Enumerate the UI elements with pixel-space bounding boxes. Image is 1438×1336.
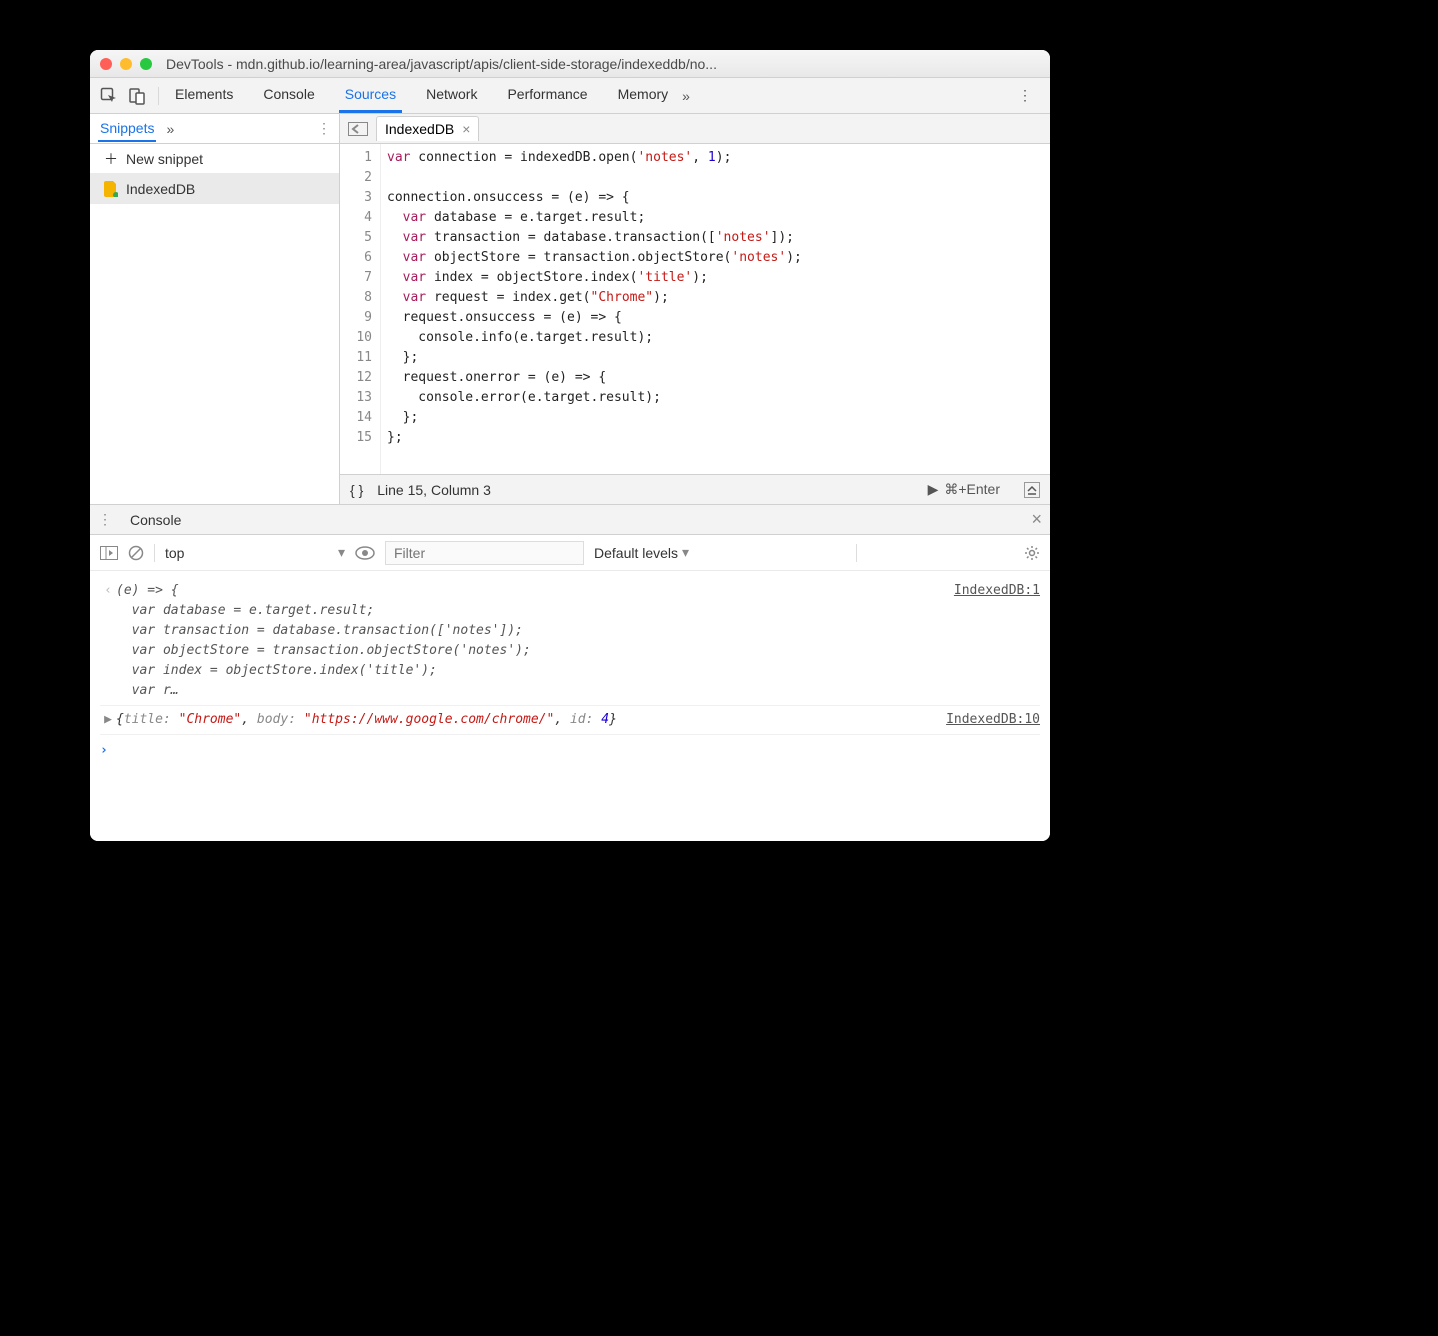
console-sidebar-toggle-icon[interactable] bbox=[100, 546, 118, 560]
inspect-element-icon[interactable] bbox=[100, 87, 118, 105]
panel-tab-console[interactable]: Console bbox=[257, 78, 320, 113]
snippet-item[interactable]: IndexedDB bbox=[90, 174, 339, 204]
toggle-debugger-icon[interactable] bbox=[1024, 482, 1040, 498]
chevron-down-icon: ▾ bbox=[682, 544, 689, 561]
drawer-tabs: ⋮ Console × bbox=[90, 505, 1050, 535]
prompt-caret-icon: › bbox=[100, 741, 108, 761]
source-link[interactable]: IndexedDB:10 bbox=[946, 710, 1040, 730]
console-settings-gear-icon[interactable] bbox=[1024, 545, 1040, 561]
panel-tab-memory[interactable]: Memory bbox=[612, 78, 675, 113]
panel-tab-elements[interactable]: Elements bbox=[169, 78, 239, 113]
panel-tab-network[interactable]: Network bbox=[420, 78, 483, 113]
sidebar-kebab-icon[interactable]: ⋮ bbox=[317, 120, 331, 137]
console-prompt[interactable]: › bbox=[100, 735, 1040, 761]
plus-icon: ＋ bbox=[104, 149, 118, 169]
drawer-kebab-icon[interactable]: ⋮ bbox=[98, 511, 122, 528]
cursor-position: Line 15, Column 3 bbox=[377, 482, 491, 498]
device-toolbar-icon[interactable] bbox=[128, 87, 146, 105]
sidebar-tabs: Snippets » ⋮ bbox=[90, 114, 339, 144]
snippets-tab[interactable]: Snippets bbox=[98, 116, 156, 142]
settings-kebab-icon[interactable]: ⋮ bbox=[1010, 87, 1040, 104]
pretty-print-icon[interactable]: { } bbox=[350, 482, 363, 498]
code-content[interactable]: var connection = indexedDB.open('notes',… bbox=[380, 144, 1050, 474]
console-tab[interactable]: Console bbox=[122, 508, 189, 532]
console-text: (e) => { var database = e.target.result;… bbox=[116, 581, 954, 701]
levels-label: Default levels bbox=[594, 545, 678, 561]
editor-statusbar: { } Line 15, Column 3 ▶ ⌘+Enter bbox=[340, 474, 1050, 504]
source-link[interactable]: IndexedDB:1 bbox=[954, 581, 1040, 601]
editor-pane: IndexedDB × 123456789101112131415 var co… bbox=[340, 114, 1050, 504]
console-toolbar: top ▾ Default levels ▾ bbox=[90, 535, 1050, 571]
panel-tab-sources[interactable]: Sources bbox=[339, 78, 402, 113]
window-zoom-button[interactable] bbox=[140, 58, 152, 70]
navigator-toggle-icon[interactable] bbox=[348, 122, 368, 136]
new-snippet-label: New snippet bbox=[126, 151, 203, 167]
run-snippet-button[interactable]: ▶ ⌘+Enter bbox=[928, 481, 1000, 498]
chevron-down-icon: ▾ bbox=[338, 544, 345, 561]
console-object[interactable]: {title: "Chrome", body: "https://www.goo… bbox=[116, 710, 946, 730]
expand-caret-icon[interactable]: ‹ bbox=[100, 581, 116, 601]
context-label: top bbox=[165, 545, 184, 561]
titlebar: DevTools - mdn.github.io/learning-area/j… bbox=[90, 50, 1050, 78]
run-hint: ⌘+Enter bbox=[944, 481, 1000, 498]
close-tab-icon[interactable]: × bbox=[462, 121, 470, 137]
console-filter-input[interactable] bbox=[385, 541, 584, 565]
editor-tabs: IndexedDB × bbox=[340, 114, 1050, 144]
play-icon: ▶ bbox=[928, 481, 939, 498]
console-output: ‹ (e) => { var database = e.target.resul… bbox=[90, 571, 1050, 841]
context-selector[interactable]: top ▾ bbox=[165, 544, 345, 561]
console-message: ‹ (e) => { var database = e.target.resul… bbox=[100, 577, 1040, 706]
log-levels-selector[interactable]: Default levels ▾ bbox=[594, 544, 689, 561]
panel-tab-performance[interactable]: Performance bbox=[501, 78, 593, 113]
panel-toolbar: Elements Console Sources Network Performance… bbox=[90, 78, 1050, 114]
snippet-file-icon bbox=[104, 181, 118, 197]
sidebar-more-tabs-icon[interactable]: » bbox=[166, 121, 174, 137]
code-editor[interactable]: 123456789101112131415 var connection = i… bbox=[340, 144, 1050, 474]
line-gutter: 123456789101112131415 bbox=[340, 144, 380, 474]
new-snippet-button[interactable]: ＋ New snippet bbox=[90, 144, 339, 174]
sources-panel: Snippets » ⋮ ＋ New snippet IndexedDB bbox=[90, 114, 1050, 504]
expand-caret-icon[interactable]: ▶ bbox=[100, 710, 116, 730]
window-minimize-button[interactable] bbox=[120, 58, 132, 70]
devtools-window: DevTools - mdn.github.io/learning-area/j… bbox=[90, 50, 1050, 841]
console-message: ▶ {title: "Chrome", body: "https://www.g… bbox=[100, 706, 1040, 735]
live-expression-icon[interactable] bbox=[355, 546, 375, 560]
more-tabs-icon[interactable]: » bbox=[674, 88, 698, 104]
console-drawer: ⋮ Console × top ▾ Default levels ▾ bbox=[90, 504, 1050, 841]
window-title: DevTools - mdn.github.io/learning-area/j… bbox=[166, 56, 1040, 72]
editor-tab-label: IndexedDB bbox=[385, 121, 454, 137]
editor-tab[interactable]: IndexedDB × bbox=[376, 116, 479, 141]
drawer-close-icon[interactable]: × bbox=[1031, 509, 1042, 530]
snippet-item-label: IndexedDB bbox=[126, 181, 195, 197]
clear-console-icon[interactable] bbox=[128, 545, 144, 561]
window-close-button[interactable] bbox=[100, 58, 112, 70]
sources-sidebar: Snippets » ⋮ ＋ New snippet IndexedDB bbox=[90, 114, 340, 504]
